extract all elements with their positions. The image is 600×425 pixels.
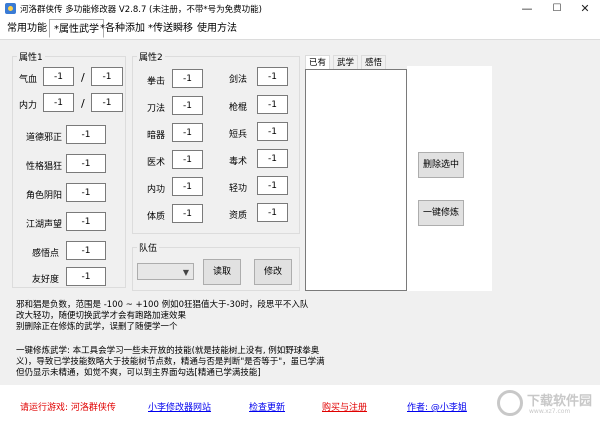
daode-input[interactable] (66, 125, 106, 144)
modify-button[interactable]: 修改 (254, 259, 292, 285)
note-line-5: 义)，导致已学技能数略大于技能树节点数，精通与否是判断"是否等于"，虽已学满 (16, 357, 325, 367)
zizhi-input[interactable] (257, 203, 288, 222)
read-button[interactable]: 读取 (203, 259, 241, 285)
note-line-1: 邪和猖是负数，范围是 -100 ~ +100 例如0狂猖值大于-30时，段思平不… (16, 300, 309, 310)
buy-register-link[interactable]: 购买与注册 (322, 400, 367, 413)
duanbing-label: 短兵 (229, 130, 248, 140)
check-update-link[interactable]: 检查更新 (249, 400, 285, 413)
qixue-max-input[interactable] (91, 67, 123, 86)
attr1-title: 属性1 (17, 50, 45, 63)
watermark-logo: 下载软件园 www.xz7.com (497, 388, 597, 422)
xingge-label: 性格猖狂 (26, 162, 63, 172)
skills-side-panel (407, 66, 492, 291)
skills-tab-martial[interactable]: 武学 (333, 55, 359, 69)
tab-teleport[interactable]: *传送瞬移 (144, 19, 197, 38)
qianggun-label: 枪棍 (229, 103, 248, 113)
neili-label: 内力 (19, 101, 38, 111)
qixue-slash: / (81, 71, 85, 84)
tab-usage[interactable]: 使用方法 (193, 19, 241, 38)
watermark-url: www.xz7.com (529, 408, 571, 415)
team-select[interactable]: ▼ (137, 263, 194, 280)
tizhi-input[interactable] (172, 204, 203, 223)
app-icon (5, 3, 16, 14)
title-bar: 河洛群侠传 多功能修改器 V2.8.7 (未注册，不带*号为免费功能) — ☐ … (0, 0, 600, 18)
tab-bar: 常用功能 *属性武学 *各种添加 *传送瞬移 使用方法 (0, 18, 600, 40)
ganwu-label: 感悟点 (32, 249, 60, 259)
youhao-input[interactable] (66, 267, 106, 286)
one-key-practice-button[interactable]: 一键修炼 (418, 200, 464, 226)
close-button[interactable]: ✕ (570, 0, 600, 18)
neigong-label: 内功 (147, 185, 166, 195)
yishu-label: 医术 (147, 158, 166, 168)
quanji-label: 拳击 (147, 77, 166, 87)
ganwu-input[interactable] (66, 241, 106, 260)
maximize-button[interactable]: ☐ (542, 0, 572, 18)
shengwang-label: 江湖声望 (26, 220, 63, 230)
jianfa-input[interactable] (257, 67, 288, 86)
attr2-title: 属性2 (137, 50, 165, 63)
daofa-label: 刀法 (147, 104, 166, 114)
dushu-label: 毒术 (229, 157, 248, 167)
qinggong-input[interactable] (257, 176, 288, 195)
anqi-label: 暗器 (147, 131, 166, 141)
neili-max-input[interactable] (91, 93, 123, 112)
xingge-input[interactable] (66, 154, 106, 173)
tab-common[interactable]: 常用功能 (3, 19, 51, 38)
tizhi-label: 体质 (147, 212, 166, 222)
duanbing-input[interactable] (257, 122, 288, 141)
author-link[interactable]: 作者: @小李姐 (407, 400, 467, 413)
shengwang-input[interactable] (66, 212, 106, 231)
anqi-input[interactable] (172, 123, 203, 142)
chevron-down-icon: ▼ (182, 268, 189, 277)
minimize-button[interactable]: — (512, 0, 542, 18)
skills-tab-insight[interactable]: 感悟 (361, 55, 387, 69)
note-line-6: 但仍显示未精通，如觉不爽，可以到主界面勾选[精通已学满技能] (16, 368, 261, 378)
site-link[interactable]: 小李修改器网站 (148, 400, 211, 413)
tab-add[interactable]: *各种添加 (96, 19, 149, 38)
note-line-4: 一键修炼武学: 本工具会学习一些未开放的技能(就是技能树上没有, 例如野球拳奥 (16, 346, 320, 356)
qinggong-label: 轻功 (229, 184, 248, 194)
note-line-3: 别删除正在修炼的武学，误删了随便学一个 (16, 322, 178, 332)
neigong-input[interactable] (172, 177, 203, 196)
neili-input[interactable] (43, 93, 74, 112)
dushu-input[interactable] (257, 149, 288, 168)
daode-label: 道德邪正 (26, 133, 63, 143)
watermark-circle-icon (497, 390, 523, 416)
yishu-input[interactable] (172, 150, 203, 169)
youhao-label: 友好度 (32, 275, 60, 285)
window-title: 河洛群侠传 多功能修改器 V2.8.7 (未注册，不带*号为免费功能) (20, 5, 262, 15)
yinyang-input[interactable] (66, 183, 106, 202)
daofa-input[interactable] (172, 96, 203, 115)
team-title: 队伍 (137, 241, 160, 254)
skills-tab-owned[interactable]: 已有 (305, 55, 331, 69)
qianggun-input[interactable] (257, 95, 288, 114)
quanji-input[interactable] (172, 69, 203, 88)
note-line-2: 改大轻功，随便切换武学才会有跑路加速效果 (16, 311, 187, 321)
run-game-status: 请运行游戏: 河洛群侠传 (20, 403, 116, 413)
qixue-input[interactable] (43, 67, 74, 86)
skills-list[interactable] (305, 69, 407, 291)
watermark-text: 下载软件园 (527, 394, 593, 409)
qixue-label: 气血 (19, 75, 38, 85)
zizhi-label: 资质 (229, 211, 248, 221)
delete-selected-button[interactable]: 删除选中 (418, 152, 464, 178)
neili-slash: / (81, 97, 85, 110)
jianfa-label: 剑法 (229, 75, 248, 85)
yinyang-label: 角色阴阳 (26, 191, 63, 201)
